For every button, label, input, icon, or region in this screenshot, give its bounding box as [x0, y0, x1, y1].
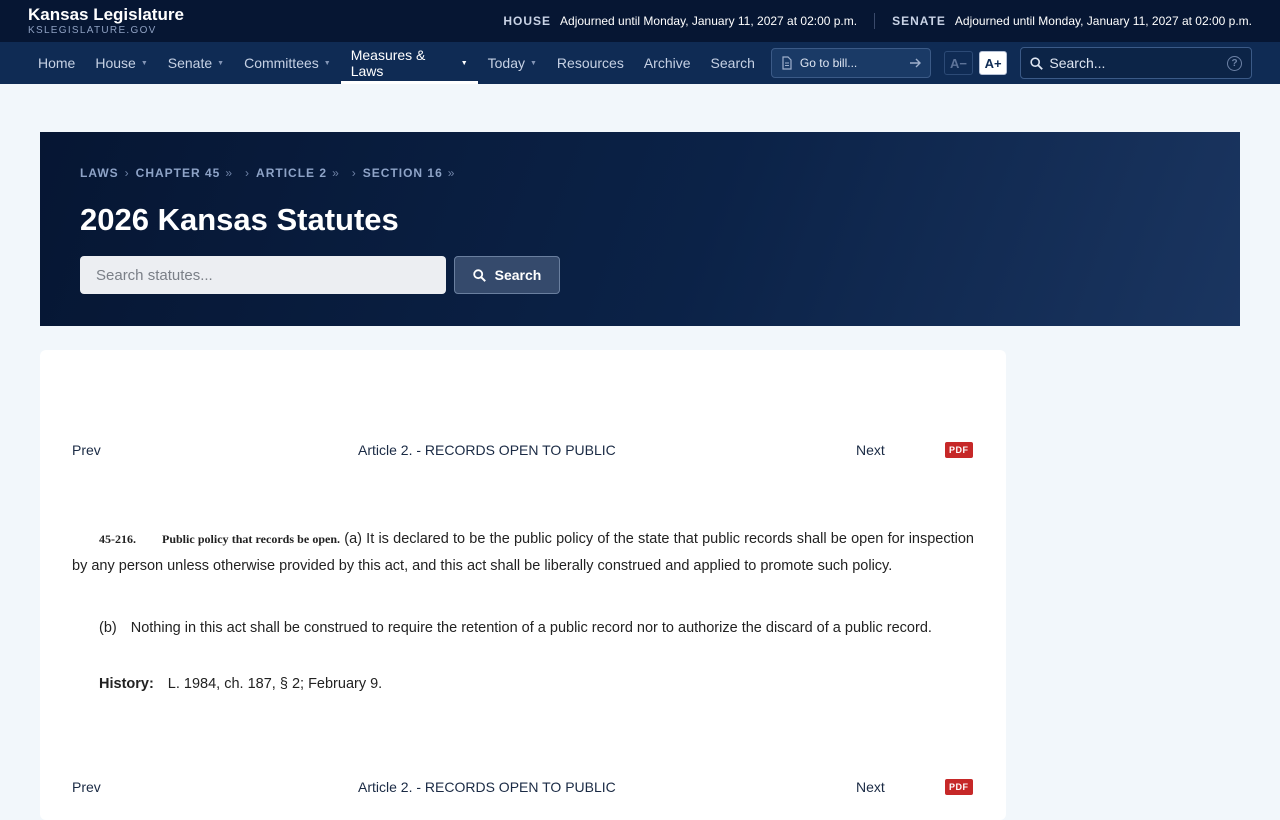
- search-icon: [472, 268, 486, 282]
- help-icon[interactable]: ?: [1227, 55, 1242, 71]
- article-title-link[interactable]: Article 2. - RECORDS OPEN TO PUBLIC: [358, 442, 616, 458]
- statute-search-button[interactable]: Search: [454, 256, 560, 294]
- subsection-b-text: Nothing in this act shall be construed t…: [130, 620, 932, 636]
- statutes-hero: LAWS › CHAPTER 45 » › ARTICLE 2 » › SECT…: [40, 132, 1240, 326]
- nav-archive[interactable]: Archive: [634, 42, 701, 84]
- nav-home[interactable]: Home: [28, 42, 85, 84]
- site-title[interactable]: Kansas Legislature: [28, 5, 184, 24]
- breadcrumb-separator: ›: [351, 166, 357, 180]
- house-label: HOUSE: [503, 14, 552, 28]
- next-link[interactable]: Next: [856, 442, 885, 458]
- nav-committees-label: Committees: [244, 55, 319, 71]
- article-nav-bottom: Prev Article 2. - RECORDS OPEN TO PUBLIC…: [72, 779, 974, 799]
- search-icon: [1030, 56, 1044, 70]
- pdf-badge[interactable]: PDF: [945, 779, 973, 795]
- caret-down-icon: ▼: [529, 59, 537, 67]
- nav-house[interactable]: House ▼: [85, 42, 157, 84]
- nav-today-label: Today: [487, 55, 525, 71]
- arrow-right-icon[interactable]: [908, 56, 922, 70]
- section-number: 45-216.: [99, 532, 136, 546]
- article-nav-top: Prev Article 2. - RECORDS OPEN TO PUBLIC…: [72, 442, 974, 462]
- nav-today[interactable]: Today ▼: [478, 42, 547, 84]
- breadcrumb-chapter[interactable]: CHAPTER 45: [136, 166, 221, 180]
- breadcrumb-section[interactable]: SECTION 16: [363, 166, 443, 180]
- nav-resources[interactable]: Resources: [547, 42, 634, 84]
- history-text: L. 1984, ch. 187, § 2; February 9.: [167, 676, 383, 692]
- site-search-placeholder: Search...: [1049, 55, 1106, 71]
- nav-house-label: House: [95, 55, 136, 71]
- status-divider: [874, 13, 876, 29]
- history-label: History:: [99, 676, 154, 692]
- article-title-link[interactable]: Article 2. - RECORDS OPEN TO PUBLIC: [358, 779, 616, 795]
- nav-senate[interactable]: Senate ▼: [158, 42, 234, 84]
- top-status-bar: Kansas Legislature KSLEGISLATURE.GOV HOU…: [0, 0, 1280, 42]
- nav-resources-label: Resources: [556, 55, 624, 71]
- section-catchline: Public policy that records be open.: [162, 532, 341, 546]
- nav-archive-label: Archive: [643, 55, 691, 71]
- statute-text: 45-216. Public policy that records be ope…: [72, 526, 974, 580]
- breadcrumb-laws[interactable]: LAWS: [80, 166, 119, 180]
- statute-card: Prev Article 2. - RECORDS OPEN TO PUBLIC…: [40, 350, 1006, 820]
- house-status-text: Adjourned until Monday, January 11, 2027…: [560, 14, 858, 28]
- senate-label: SENATE: [892, 14, 946, 28]
- pdf-badge[interactable]: PDF: [945, 442, 973, 458]
- prev-link[interactable]: Prev: [72, 779, 101, 795]
- subsection-b-label: (b): [99, 620, 117, 636]
- caret-down-icon: ▼: [323, 59, 331, 67]
- caret-down-icon: ▼: [460, 59, 468, 67]
- breadcrumb-separator: ›: [124, 166, 130, 180]
- page-title: 2026 Kansas Statutes: [80, 202, 399, 237]
- site-brand[interactable]: Kansas Legislature KSLEGISLATURE.GOV: [28, 5, 184, 37]
- nav-senate-label: Senate: [167, 55, 213, 71]
- next-link[interactable]: Next: [856, 779, 885, 795]
- breadcrumb-dropdown-icon[interactable]: »: [332, 166, 340, 180]
- prev-link[interactable]: Prev: [72, 442, 101, 458]
- font-decrease-button[interactable]: A−: [944, 51, 973, 75]
- subsection-b-row: (b) Nothing in this act shall be construe…: [99, 620, 932, 636]
- nav-committees[interactable]: Committees ▼: [234, 42, 341, 84]
- go-to-bill-input[interactable]: Go to bill...: [770, 48, 932, 78]
- document-icon: [782, 56, 792, 70]
- history-row: History: L. 1984, ch. 187, § 2; February …: [99, 676, 382, 692]
- breadcrumb-article[interactable]: ARTICLE 2: [256, 166, 327, 180]
- font-increase-button[interactable]: A+: [978, 51, 1008, 75]
- session-status: HOUSE Adjourned until Monday, January 11…: [503, 13, 1252, 29]
- nav-search[interactable]: Search: [701, 42, 765, 84]
- nav-measures-laws-label: Measures & Laws: [350, 47, 426, 79]
- breadcrumb-dropdown-icon[interactable]: »: [448, 166, 456, 180]
- main-nav: Home House ▼ Senate ▼ Committees ▼ Measures…: [0, 42, 1280, 84]
- nav-search-label: Search: [710, 55, 755, 71]
- nav-home-label: Home: [38, 55, 76, 71]
- caret-down-icon: ▼: [217, 59, 225, 67]
- breadcrumb-dropdown-icon[interactable]: »: [225, 166, 233, 180]
- breadcrumb-separator: ›: [245, 166, 251, 180]
- statute-search-button-label: Search: [494, 267, 542, 283]
- site-domain: KSLEGISLATURE.GOV: [28, 25, 157, 36]
- statute-search-input[interactable]: [80, 256, 446, 294]
- go-to-bill-placeholder: Go to bill...: [799, 56, 858, 70]
- site-search-input[interactable]: Search... ?: [1020, 47, 1252, 79]
- caret-down-icon: ▼: [140, 59, 148, 67]
- breadcrumb: LAWS › CHAPTER 45 » › ARTICLE 2 » › SECT…: [80, 166, 461, 180]
- nav-measures-laws[interactable]: Measures & Laws ▼: [340, 42, 478, 84]
- senate-status-text: Adjourned until Monday, January 11, 2027…: [954, 14, 1252, 28]
